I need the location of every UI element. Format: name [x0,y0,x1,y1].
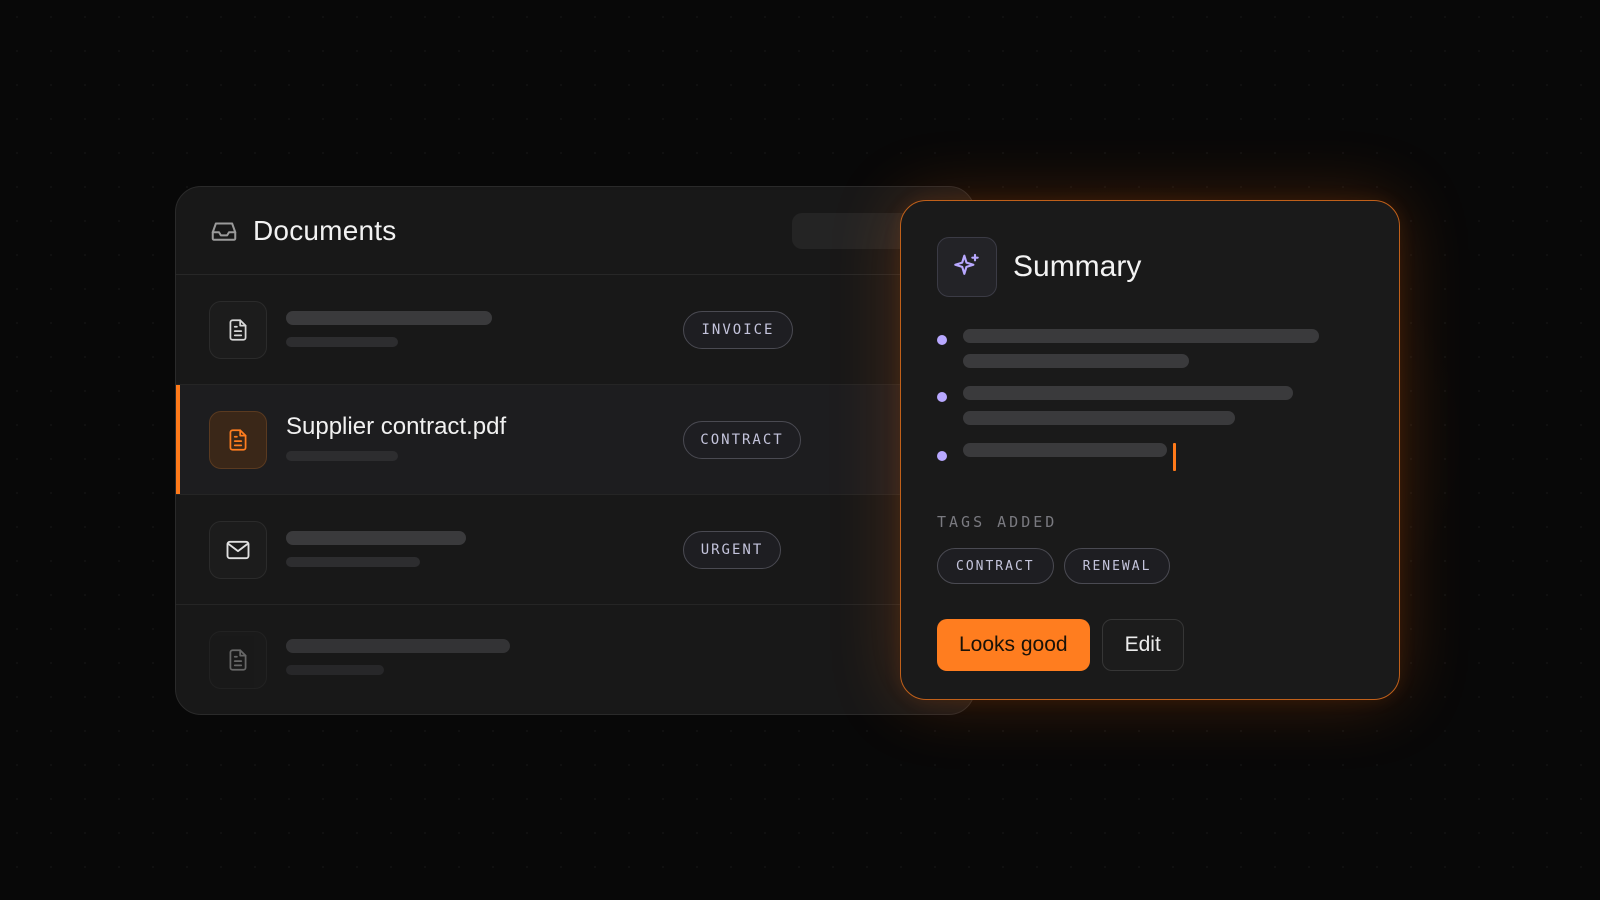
documents-title: Documents [253,214,397,246]
sparkle-icon [937,237,997,297]
tag-urgent: URGENT [683,531,781,569]
summary-bullets [937,329,1357,489]
row-text: Supplier contract.pdf [286,411,666,469]
summary-actions: Looks good Edit [937,619,1184,671]
document-row-active[interactable]: Supplier contract.pdf CONTRACT [176,385,974,495]
summary-tags: CONTRACT RENEWAL [937,548,1171,584]
mail-icon [209,520,267,579]
edit-button[interactable]: Edit [1101,619,1184,671]
tags-added-label: TAGS ADDED [937,513,1058,531]
documents-header: Documents [176,187,974,275]
row-text-placeholder [286,631,666,689]
looks-good-button[interactable]: Looks good [937,619,1090,671]
summary-header: Summary [937,237,1141,297]
row-text-placeholder [286,301,666,359]
tag-contract: CONTRACT [683,421,801,459]
summary-bullet [937,443,1357,471]
summary-bullet [937,329,1357,368]
tag-contract[interactable]: CONTRACT [937,548,1054,584]
tag-renewal[interactable]: RENEWAL [1063,548,1171,584]
summary-title: Summary [1013,250,1142,283]
documents-panel: Documents INVOICE Supplier contract.pdf [175,186,975,715]
file-text-icon [209,410,267,469]
file-text-icon [209,631,267,689]
summary-bullet [937,386,1357,425]
document-row[interactable]: URGENT [176,495,974,605]
document-row[interactable]: INVOICE [176,275,974,385]
document-row[interactable] [176,605,974,714]
document-name: Supplier contract.pdf [286,412,507,440]
file-text-icon [209,300,267,359]
row-text-placeholder [286,521,666,579]
summary-card: Summary TAGS ADDED CONTRACT RENEWAL Look… [900,200,1400,700]
tag-invoice: INVOICE [683,311,793,349]
inbox-icon [209,216,239,246]
typing-cursor [1173,443,1176,471]
